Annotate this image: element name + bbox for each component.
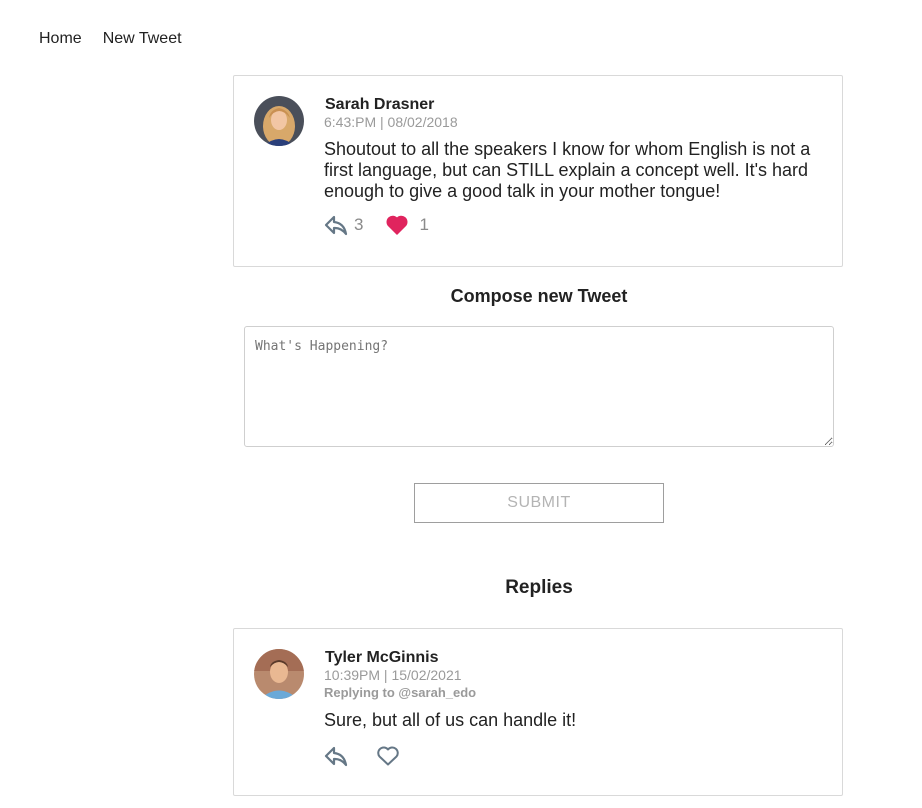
reply-text: Sure, but all of us can handle it!	[324, 710, 577, 730]
tweet-body: Sarah Drasner 6:43:PM | 08/02/2018 Shout…	[324, 96, 822, 236]
replying-to: Replying to @sarah_edo	[324, 685, 477, 700]
tweet-timestamp: 6:43:PM | 08/02/2018	[324, 114, 458, 130]
reply-tweet-card: Tyler McGinnis 10:39PM | 15/02/2021 Repl…	[233, 628, 843, 796]
like-count: 1	[419, 215, 429, 234]
reply-button[interactable]: 3	[324, 214, 363, 236]
avatar	[254, 96, 304, 146]
heart-icon	[385, 214, 409, 236]
reply-arrow-icon	[324, 214, 348, 236]
avatar-tyler-image	[254, 649, 304, 699]
tweet-card: Sarah Drasner 6:43:PM | 08/02/2018 Shout…	[233, 75, 843, 267]
tweet-text: Shoutout to all the speakers I know for …	[324, 139, 811, 201]
compose-tweet-input[interactable]	[244, 326, 834, 447]
heart-outline-icon	[376, 745, 400, 767]
nav-home-link[interactable]: Home	[39, 30, 82, 48]
reply-count: 3	[354, 215, 364, 234]
avatar-sarah-image	[254, 96, 304, 146]
reply-actions	[324, 745, 822, 767]
replies-title: Replies	[505, 577, 573, 598]
nav-new-tweet-link[interactable]: New Tweet	[103, 30, 182, 48]
tweet-author: Sarah Drasner	[325, 96, 435, 113]
reply-timestamp: 10:39PM | 15/02/2021	[324, 667, 462, 683]
avatar	[254, 649, 304, 699]
compose-title: Compose new Tweet	[450, 286, 628, 306]
reply-button[interactable]	[324, 745, 348, 767]
like-button[interactable]: 1	[385, 214, 429, 236]
tweet-actions: 3 1	[324, 214, 822, 236]
reply-arrow-icon	[324, 745, 348, 767]
reply-author: Tyler McGinnis	[325, 649, 439, 666]
top-nav: Home New Tweet	[39, 30, 182, 48]
like-button[interactable]	[376, 745, 400, 767]
submit-button[interactable]: SUBMIT	[414, 483, 664, 523]
reply-body: Tyler McGinnis 10:39PM | 15/02/2021 Repl…	[324, 649, 822, 767]
